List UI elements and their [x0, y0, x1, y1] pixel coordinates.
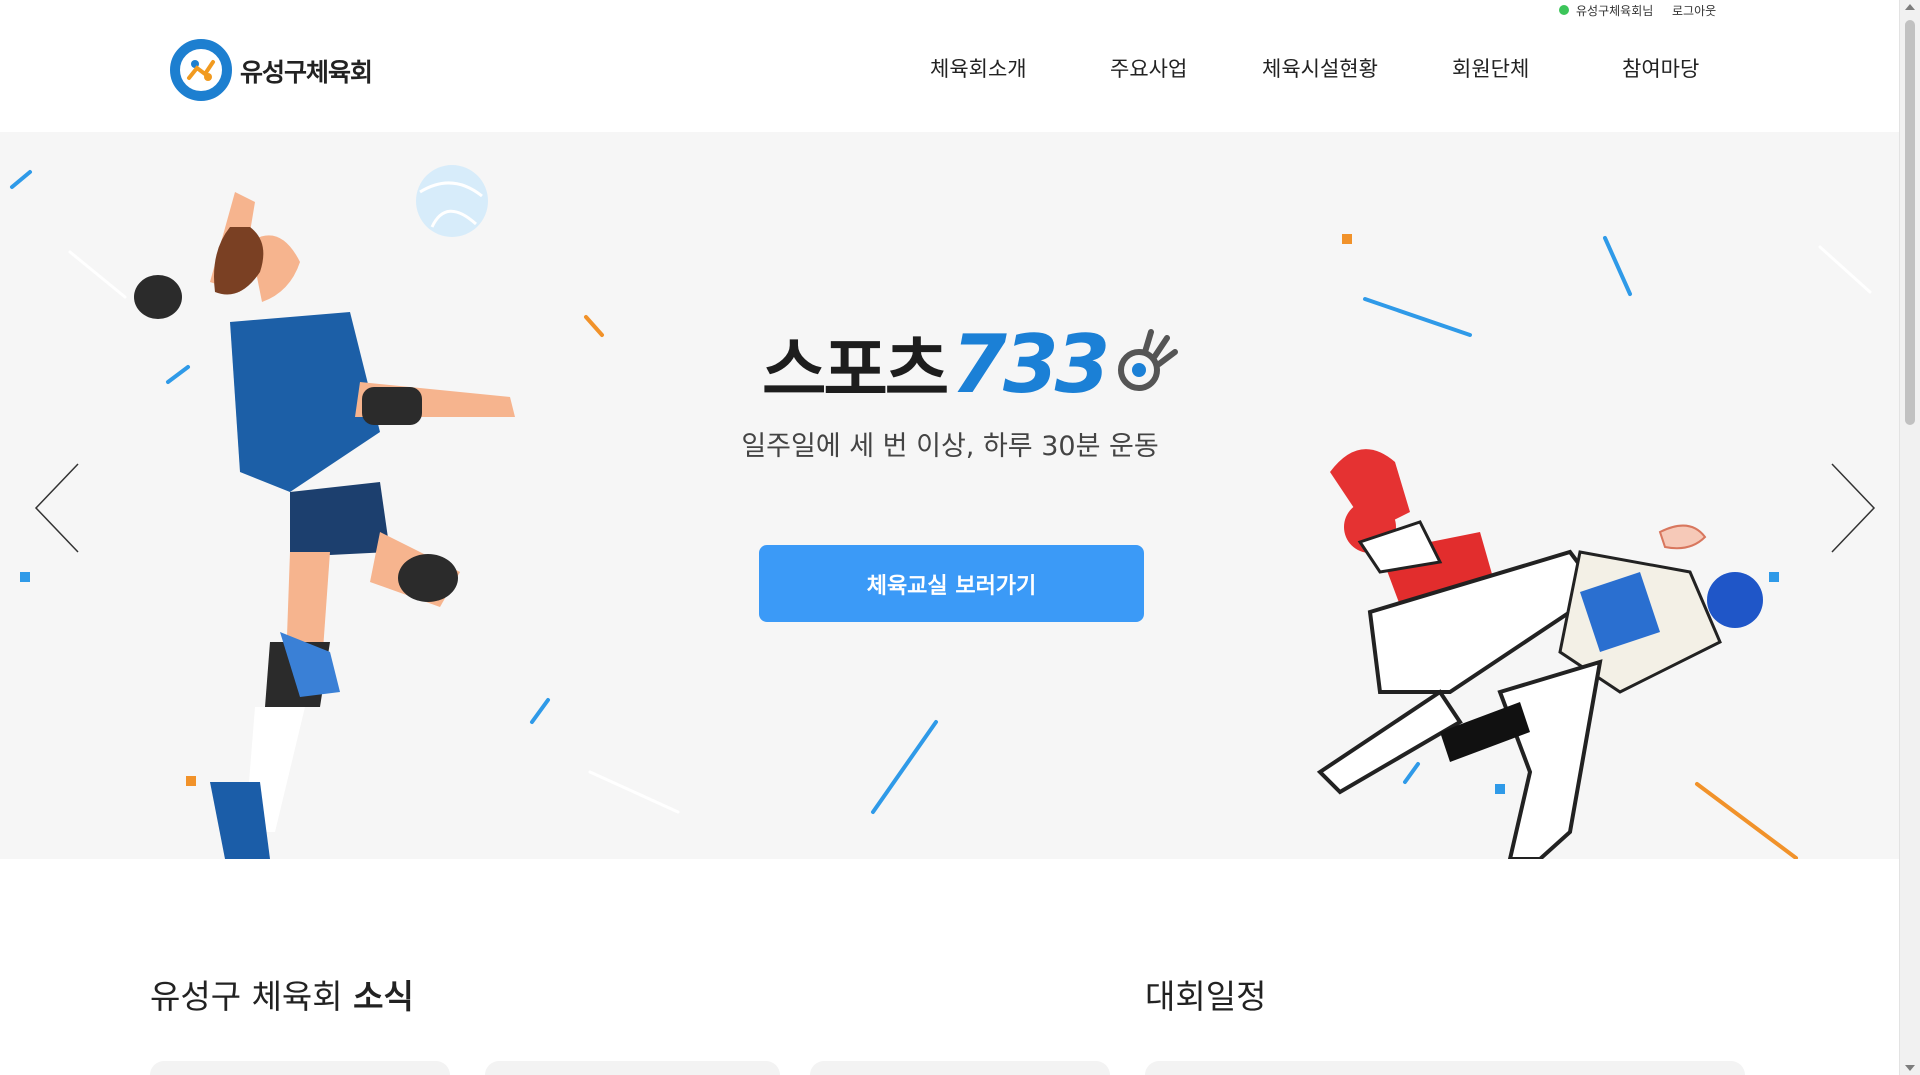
view-classes-button[interactable]: 체육교실 보러가기	[759, 545, 1144, 622]
hero-tagline: 일주일에 세 번 이상, 하루 30분 운동	[741, 431, 1159, 462]
nav-programs[interactable]: 주요사업	[1110, 53, 1187, 83]
logged-in-user: 유성구체육회님	[1576, 4, 1654, 18]
ok-hand-icon	[1111, 328, 1181, 402]
site-header: 유성구체육회 체육회소개 주요사업 체육시설현황 회원단체 참여마당	[0, 22, 1900, 132]
nav-member-groups[interactable]: 회원단체	[1452, 53, 1529, 83]
hero-illustration	[10, 165, 1872, 859]
nav-community[interactable]: 참여마당	[1622, 53, 1699, 83]
prev-arrow-icon[interactable]	[30, 458, 90, 558]
nav-facilities[interactable]: 체육시설현황	[1262, 53, 1378, 83]
news-card[interactable]	[485, 1061, 780, 1075]
news-card[interactable]	[810, 1061, 1110, 1075]
nav-about[interactable]: 체육회소개	[930, 53, 1027, 83]
page-scrollbar[interactable]	[1899, 0, 1920, 1075]
campaign-brand: 스포츠 733	[762, 314, 1181, 415]
site-logo-text[interactable]: 유성구체육회	[240, 53, 373, 89]
news-card[interactable]	[150, 1061, 450, 1075]
logout-link[interactable]: 로그아웃	[1672, 2, 1716, 19]
utility-bar: 유성구체육회님 로그아웃	[0, 0, 1900, 22]
scroll-thumb[interactable]	[1905, 20, 1915, 425]
next-arrow-icon[interactable]	[1820, 458, 1880, 558]
scroll-down-icon[interactable]	[1905, 1065, 1915, 1071]
schedule-card[interactable]	[1145, 1061, 1745, 1075]
news-title-plain: 유성구 체육회	[150, 977, 354, 1016]
schedule-section-title: 대회일정	[1145, 977, 1267, 1016]
logo-emblem[interactable]	[170, 39, 232, 101]
online-status-icon	[1559, 5, 1569, 15]
brand-number: 733	[951, 318, 1110, 411]
scroll-up-icon[interactable]	[1905, 4, 1915, 10]
news-section-title: 유성구 체육회 소식	[150, 970, 414, 1018]
news-title-bold: 소식	[353, 977, 414, 1016]
hero-slider: 스포츠 733 일주일에 세 번 이상, 하루 30분 운동 체육교실 보러가기	[0, 132, 1900, 859]
brand-korean: 스포츠	[762, 329, 949, 411]
